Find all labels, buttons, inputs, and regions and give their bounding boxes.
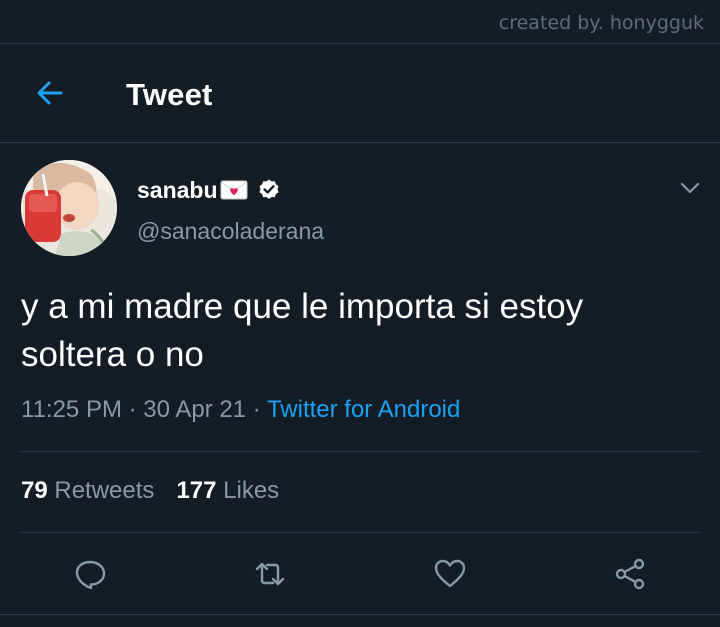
user-handle[interactable]: @sanacoladerana xyxy=(137,218,324,245)
tweet-meta: 11:25 PM · 30 Apr 21 · Twitter for Andro… xyxy=(21,396,460,424)
tweet-header: Tweet xyxy=(0,45,720,142)
user-name-row[interactable]: sanabu xyxy=(137,174,281,206)
meta-separator: · xyxy=(121,396,144,423)
tweet-stats: 79 Retweets 177 Likes xyxy=(21,477,279,505)
likes-stat[interactable]: 177 Likes xyxy=(176,477,279,504)
retweets-count: 79 xyxy=(21,477,48,504)
tweet-text: y a mi madre que le importa si estoy sol… xyxy=(21,287,584,374)
verified-badge-icon xyxy=(257,178,281,202)
retweets-label: Retweets xyxy=(54,477,155,504)
retweets-stat[interactable]: 79 Retweets xyxy=(21,477,154,504)
meta-separator: · xyxy=(246,396,267,423)
reply-icon[interactable] xyxy=(72,556,108,592)
watermark: created by. honygguk xyxy=(498,12,704,34)
likes-count: 177 xyxy=(176,477,217,504)
divider xyxy=(21,451,699,452)
divider xyxy=(0,43,720,44)
divider xyxy=(21,532,699,533)
chevron-down-icon[interactable] xyxy=(678,176,702,200)
tweet-time: 11:25 PM xyxy=(21,396,122,423)
tweet-source-link[interactable]: Twitter for Android xyxy=(267,396,460,423)
display-name[interactable]: sanabu xyxy=(137,177,218,204)
arrow-left-icon[interactable] xyxy=(32,75,68,111)
likes-label: Likes xyxy=(223,477,280,504)
retweet-icon[interactable] xyxy=(252,556,288,592)
divider xyxy=(0,142,720,143)
love-letter-icon xyxy=(220,179,248,201)
share-icon[interactable] xyxy=(612,556,648,592)
tweet-date: 30 Apr 21 xyxy=(143,396,247,423)
divider xyxy=(0,614,720,615)
avatar[interactable] xyxy=(21,160,117,256)
page-title: Tweet xyxy=(126,77,213,112)
like-icon[interactable] xyxy=(432,556,468,592)
